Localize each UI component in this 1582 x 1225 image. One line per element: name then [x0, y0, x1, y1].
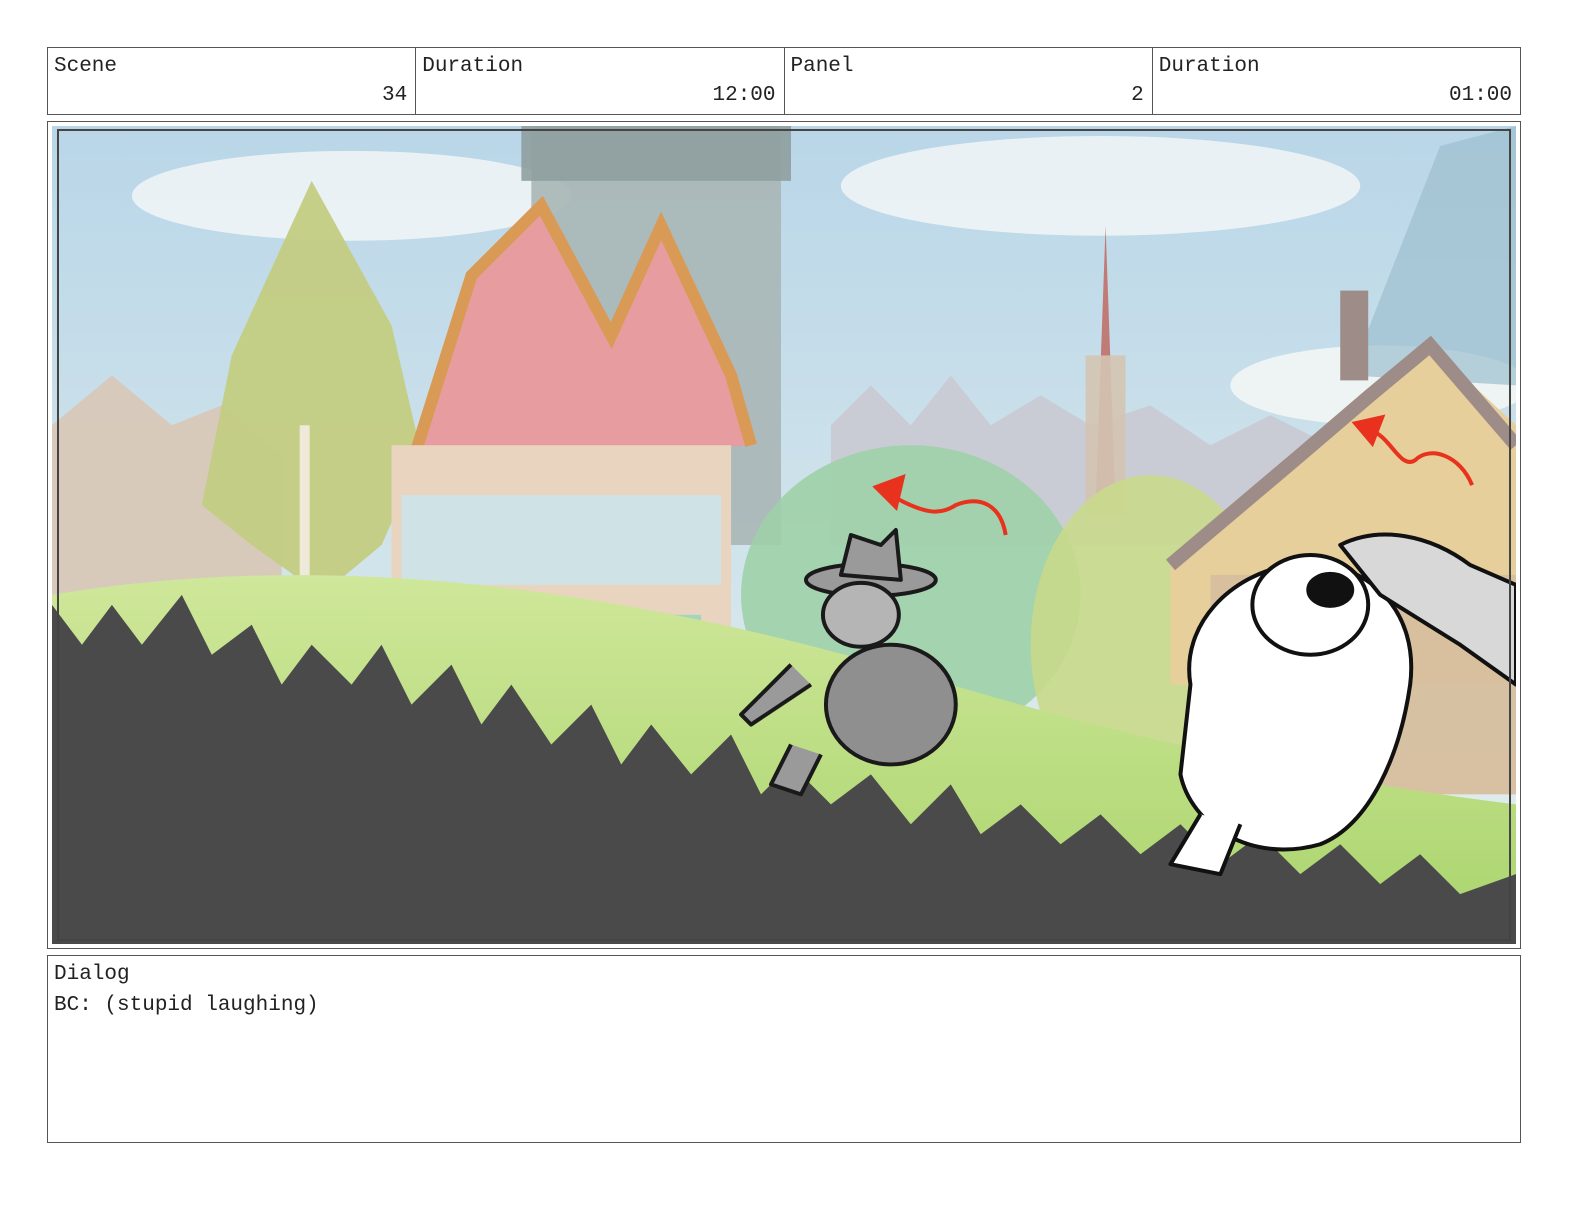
cowboy-head — [820, 580, 901, 649]
scene-duration-value: 12:00 — [712, 84, 776, 107]
panel-duration-cell: Duration 01:00 — [1153, 48, 1520, 114]
panel-info-header: Scene 34 Duration 12:00 Panel 2 Duration… — [47, 47, 1521, 115]
scene-value: 34 — [382, 84, 408, 107]
panel-duration-value: 01:00 — [1448, 84, 1512, 107]
panel-value: 2 — [1131, 84, 1144, 107]
scene-duration-label: Duration — [422, 55, 524, 78]
pink-house-window — [401, 495, 722, 585]
cloud — [131, 150, 572, 241]
scene-cell: Scene 34 — [48, 48, 417, 114]
dialog-label: Dialog — [54, 963, 130, 986]
right-house-chimney — [1340, 290, 1369, 381]
cloud — [840, 135, 1361, 236]
scene-label: Scene — [54, 55, 118, 78]
bear-head — [1250, 552, 1371, 657]
storyboard-panel — [47, 121, 1521, 949]
panel-artwork — [52, 126, 1516, 944]
bear-eyepatch — [1306, 571, 1355, 608]
dialog-box: Dialog BC: (stupid laughing) — [47, 955, 1521, 1143]
tower-top — [521, 126, 791, 181]
dialog-text: BC: (stupid laughing) — [54, 994, 319, 1017]
cowboy-body — [823, 642, 958, 767]
panel-cell: Panel 2 — [785, 48, 1153, 114]
scene-duration-cell: Duration 12:00 — [416, 48, 785, 114]
panel-duration-label: Duration — [1158, 55, 1260, 78]
panel-illustration — [52, 126, 1516, 944]
panel-label: Panel — [790, 55, 854, 78]
